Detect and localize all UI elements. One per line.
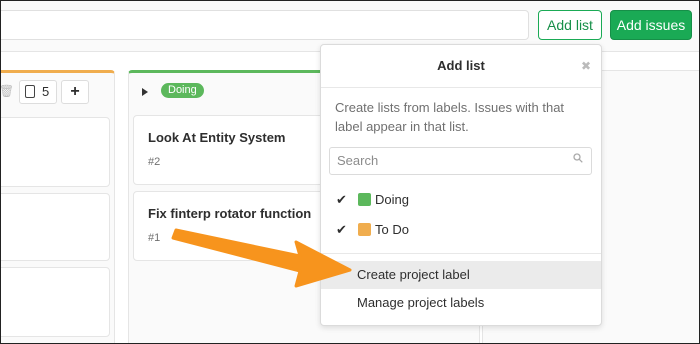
filter-search-input[interactable] [0, 10, 529, 40]
divider [321, 253, 601, 254]
board-card[interactable] [0, 267, 110, 337]
board-card[interactable]: Look At Entity System #2 [133, 115, 333, 185]
create-project-label-link[interactable]: Create project label [321, 261, 601, 289]
issue-count-badge: 5 [19, 80, 57, 104]
board-card[interactable]: Fix finterp rotator function #1 [133, 191, 333, 261]
list-label-badge: Doing [161, 83, 204, 98]
search-icon [573, 153, 583, 163]
add-list-button[interactable]: Add list [538, 10, 602, 40]
divider [321, 87, 601, 88]
check-icon: ✔ [336, 222, 347, 237]
label-name: Doing [375, 192, 409, 207]
card-title[interactable]: Fix finterp rotator function [148, 206, 311, 221]
board-card[interactable] [0, 117, 110, 187]
issue-count: 5 [42, 84, 50, 99]
dropdown-title: Add list [437, 58, 485, 73]
trash-icon[interactable]: 🗑 [0, 84, 14, 98]
search-placeholder: Search [337, 153, 379, 168]
label-color-swatch [358, 223, 371, 236]
caret-right-icon[interactable] [142, 88, 148, 96]
card-title[interactable]: Look At Entity System [148, 130, 285, 145]
new-issue-button[interactable]: + [61, 80, 89, 104]
label-name: To Do [375, 222, 409, 237]
list-header: 🗑 5 + [0, 73, 114, 113]
label-search-input[interactable]: Search [329, 147, 592, 175]
manage-project-labels-link[interactable]: Manage project labels [321, 289, 601, 317]
add-issues-button[interactable]: Add issues [610, 10, 692, 40]
label-item-doing[interactable]: ✔ Doing [321, 185, 601, 215]
board-list-todo: 🗑 5 + [0, 70, 115, 344]
label-item-todo[interactable]: ✔ To Do [321, 215, 601, 245]
close-icon[interactable]: ✖ [581, 59, 591, 73]
dropdown-description: Create lists from labels. Issues with th… [335, 100, 565, 134]
card-number: #1 [148, 232, 161, 244]
check-icon: ✔ [336, 192, 347, 207]
label-color-swatch [358, 193, 371, 206]
add-list-dropdown: Add list ✖ Create lists from labels. Iss… [320, 44, 602, 326]
issues-icon [25, 85, 35, 98]
card-number: #2 [148, 156, 161, 168]
board-card[interactable] [0, 193, 110, 261]
